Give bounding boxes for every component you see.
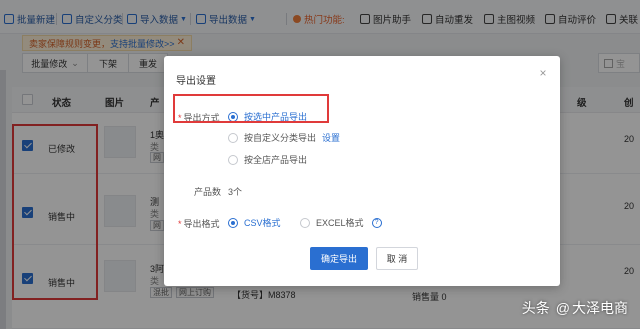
radio-format-csv[interactable]: CSV格式	[228, 216, 281, 229]
radio-icon	[228, 154, 238, 165]
export-method-highlight-box	[173, 94, 329, 123]
export-format-label: * 导出格式	[178, 219, 220, 229]
radio-icon	[228, 132, 238, 143]
product-count-value: 3个	[228, 187, 243, 197]
watermark: 头条 @ 大泽电商	[521, 300, 628, 316]
help-icon[interactable]: ?	[371, 217, 382, 228]
radio-export-by-category[interactable]: 按自定义分类导出 设置	[228, 131, 340, 144]
confirm-export-button[interactable]: 确定导出	[310, 247, 368, 270]
cancel-button[interactable]: 取 消	[376, 247, 418, 270]
radio-export-all[interactable]: 按全店产品导出	[228, 153, 307, 166]
radio-icon	[300, 217, 310, 228]
product-count-label: 产品数	[194, 187, 222, 197]
radio-checked-icon	[228, 217, 238, 228]
dialog-title: 导出设置	[176, 76, 216, 87]
export-settings-dialog: 导出设置 × * 导出方式 按选中产品导出 按自定义分类导出 设置 按全店产品导出…	[164, 56, 560, 286]
category-settings-link[interactable]: 设置	[322, 131, 340, 144]
radio-format-excel[interactable]: EXCEL格式 ?	[300, 216, 382, 229]
close-icon[interactable]: ×	[536, 66, 550, 80]
